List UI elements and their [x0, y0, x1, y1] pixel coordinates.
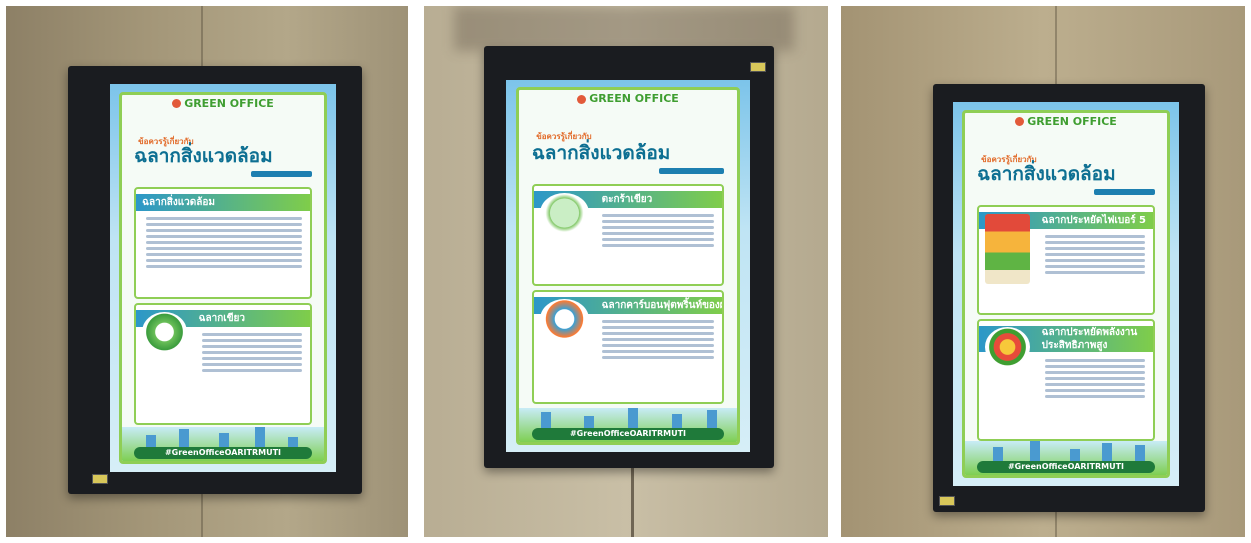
high-efficiency-label-icon	[985, 326, 1031, 367]
hashtag-banner: #GreenOfficeOARITRMUTI	[977, 461, 1155, 474]
info-card: ฉลากประหยัดพลังงาน ประสิทธิภาพสูง	[977, 318, 1155, 441]
green-office-logo: GREEN OFFICE	[965, 116, 1167, 127]
rmuti-logo-icon	[577, 94, 587, 104]
screen: GREEN OFFICE ข้อควรรู้เกี่ยวกับ ฉลากสิ่ง…	[506, 80, 750, 452]
info-card: ฉลากประหยัดไฟเบอร์ 5	[977, 204, 1155, 315]
rmuti-logo-icon	[172, 99, 182, 109]
green-office-logo: GREEN OFFICE	[519, 93, 738, 104]
hashtag-banner: #GreenOfficeOARITRMUTI	[531, 427, 725, 440]
poster-tag	[658, 168, 725, 175]
asset-sticker	[939, 496, 955, 506]
asset-sticker	[750, 62, 766, 72]
hashtag-banner: #GreenOfficeOARITRMUTI	[134, 447, 312, 460]
info-card: ตะกร้าเขียว	[531, 184, 725, 287]
card-body-text	[202, 332, 302, 375]
info-card: ฉลากคาร์บอนฟุตพริ้นท์ของผลิตภัณฑ์	[531, 290, 725, 405]
poster: GREEN OFFICE ข้อควรรู้เกี่ยวกับ ฉลากสิ่ง…	[515, 87, 741, 445]
energy-label-5-icon	[985, 213, 1031, 284]
mount-pole	[631, 466, 634, 537]
card-body-text	[146, 216, 302, 271]
rmuti-logo-icon	[1015, 117, 1025, 127]
info-card: ฉลากสิ่งแวดล้อม	[134, 186, 312, 299]
card-body-text	[1045, 358, 1145, 401]
card-heading: ฉลากสิ่งแวดล้อม	[136, 193, 310, 211]
asset-sticker	[92, 474, 108, 484]
poster: GREEN OFFICE ข้อควรรู้เกี่ยวกับ ฉลากสิ่ง…	[962, 109, 1170, 479]
photo-right: GREEN OFFICE ข้อควรรู้เกี่ยวกับ ฉลากสิ่ง…	[841, 6, 1245, 537]
photo-middle: GREEN OFFICE ข้อควรรู้เกี่ยวกับ ฉลากสิ่ง…	[424, 6, 828, 537]
poster-tag	[251, 170, 312, 177]
green-office-logo: GREEN OFFICE	[122, 98, 324, 109]
info-card: ฉลากเขียว	[134, 302, 312, 425]
monitor: GREEN OFFICE ข้อควรรู้เกี่ยวกับ ฉลากสิ่ง…	[68, 66, 362, 494]
carbon-footprint-icon	[539, 299, 589, 340]
monitor: GREEN OFFICE ข้อควรรู้เกี่ยวกับ ฉลากสิ่ง…	[484, 46, 774, 468]
card-body-text	[1045, 234, 1145, 277]
photo-left: GREEN OFFICE ข้อควรรู้เกี่ยวกับ ฉลากสิ่ง…	[6, 6, 408, 537]
poster-title: ฉลากสิ่งแวดล้อม	[134, 144, 273, 167]
wall-shadow	[454, 6, 794, 51]
poster: GREEN OFFICE ข้อควรรู้เกี่ยวกับ ฉลากสิ่ง…	[119, 91, 327, 465]
poster-title: ฉลากสิ่งแวดล้อม	[977, 162, 1116, 185]
card-body-text	[601, 214, 715, 250]
poster-tag	[1094, 188, 1155, 195]
screen: GREEN OFFICE ข้อควรรู้เกี่ยวกับ ฉลากสิ่ง…	[110, 84, 336, 472]
poster-title: ฉลากสิ่งแวดล้อม	[531, 142, 671, 165]
card-body-text	[601, 320, 715, 362]
screen: GREEN OFFICE ข้อควรรู้เกี่ยวกับ ฉลากสิ่ง…	[953, 102, 1179, 486]
green-basket-icon	[539, 193, 589, 234]
green-label-icon	[142, 311, 188, 352]
monitor: GREEN OFFICE ข้อควรรู้เกี่ยวกับ ฉลากสิ่ง…	[933, 84, 1205, 512]
